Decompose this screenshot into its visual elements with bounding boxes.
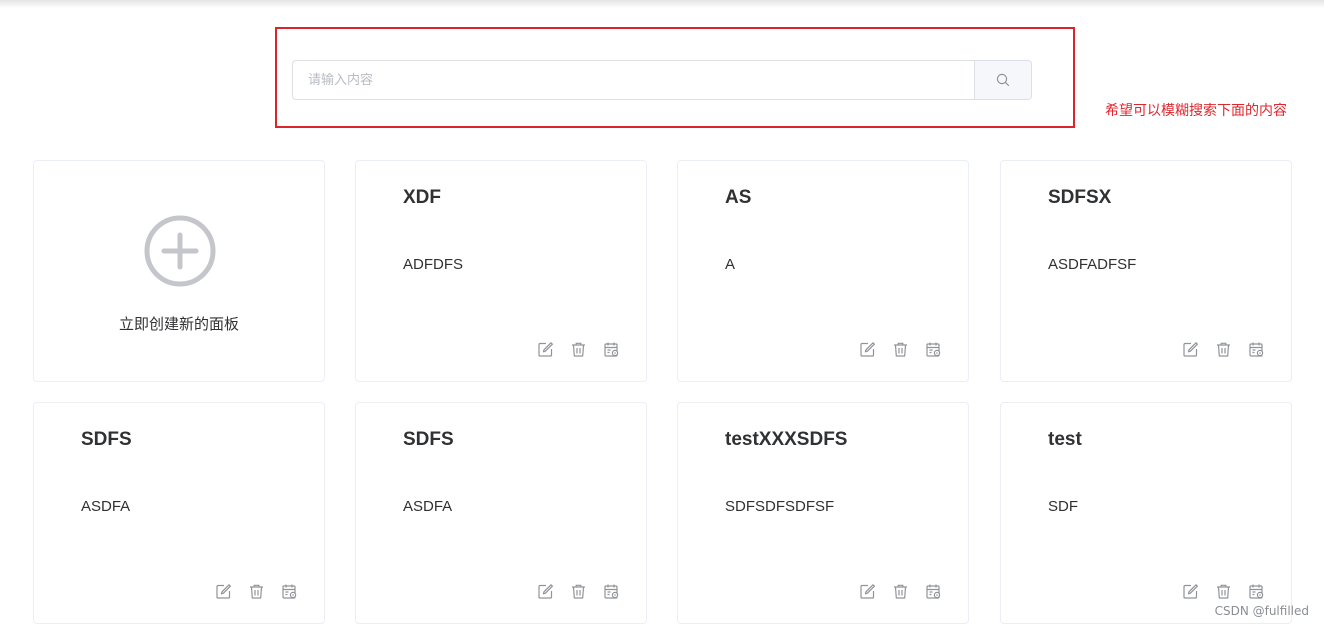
edit-icon[interactable] xyxy=(859,341,876,358)
card-title: test xyxy=(1048,429,1082,450)
delete-icon[interactable] xyxy=(570,583,587,600)
page: 希望可以模糊搜索下面的内容 立即创建新的面板 XDF ADFDFS xyxy=(0,0,1324,628)
edit-icon[interactable] xyxy=(537,583,554,600)
panel-card: AS A xyxy=(677,160,969,382)
plus-circle-icon xyxy=(144,215,216,287)
card-description: ASDFA xyxy=(81,498,131,515)
card-title: XDF xyxy=(403,187,441,208)
card-actions xyxy=(859,341,942,358)
delete-icon[interactable] xyxy=(892,341,909,358)
card-actions xyxy=(859,583,942,600)
card-actions xyxy=(1182,341,1265,358)
calendar-settings-icon[interactable] xyxy=(281,583,298,600)
card-actions xyxy=(537,583,620,600)
create-panel-label: 立即创建新的面板 xyxy=(118,315,239,333)
calendar-settings-icon[interactable] xyxy=(925,341,942,358)
card-description: SDF xyxy=(1048,498,1078,515)
panel-card: test SDF xyxy=(1000,402,1292,624)
delete-icon[interactable] xyxy=(1215,583,1232,600)
top-shadow xyxy=(0,0,1324,8)
delete-icon[interactable] xyxy=(1215,341,1232,358)
card-actions xyxy=(537,341,620,358)
calendar-settings-icon[interactable] xyxy=(925,583,942,600)
calendar-settings-icon[interactable] xyxy=(1248,341,1265,358)
card-title: SDFSX xyxy=(1048,187,1112,208)
search-icon xyxy=(996,73,1010,87)
edit-icon[interactable] xyxy=(537,341,554,358)
card-description: ASDFADFSF xyxy=(1048,256,1137,273)
edit-icon[interactable] xyxy=(215,583,232,600)
card-actions xyxy=(215,583,298,600)
annotation-note: 希望可以模糊搜索下面的内容 xyxy=(1105,103,1287,119)
card-title: testXXXSDFS xyxy=(725,429,848,450)
card-description: ADFDFS xyxy=(403,256,463,273)
edit-icon[interactable] xyxy=(1182,583,1199,600)
delete-icon[interactable] xyxy=(570,341,587,358)
panel-card: SDFSX ASDFADFSF xyxy=(1000,160,1292,382)
panel-card: XDF ADFDFS xyxy=(355,160,647,382)
delete-icon[interactable] xyxy=(248,583,265,600)
card-description: SDFSDFSDFSF xyxy=(725,498,835,515)
search-button[interactable] xyxy=(974,61,1031,99)
panel-card: testXXXSDFS SDFSDFSDFSF xyxy=(677,402,969,624)
search-bar xyxy=(292,60,1032,100)
card-title: SDFS xyxy=(81,429,132,450)
calendar-settings-icon[interactable] xyxy=(603,341,620,358)
create-panel-card[interactable]: 立即创建新的面板 xyxy=(33,160,325,382)
watermark: CSDN @fulfilled xyxy=(1214,604,1309,618)
delete-icon[interactable] xyxy=(892,583,909,600)
calendar-settings-icon[interactable] xyxy=(1248,583,1265,600)
calendar-settings-icon[interactable] xyxy=(603,583,620,600)
card-description: ASDFA xyxy=(403,498,453,515)
edit-icon[interactable] xyxy=(859,583,876,600)
search-input[interactable] xyxy=(293,61,974,99)
card-title: AS xyxy=(725,187,752,208)
card-actions xyxy=(1182,583,1265,600)
panel-card: SDFS ASDFA xyxy=(33,402,325,624)
card-description: A xyxy=(725,256,736,273)
edit-icon[interactable] xyxy=(1182,341,1199,358)
panel-card: SDFS ASDFA xyxy=(355,402,647,624)
card-title: SDFS xyxy=(403,429,454,450)
